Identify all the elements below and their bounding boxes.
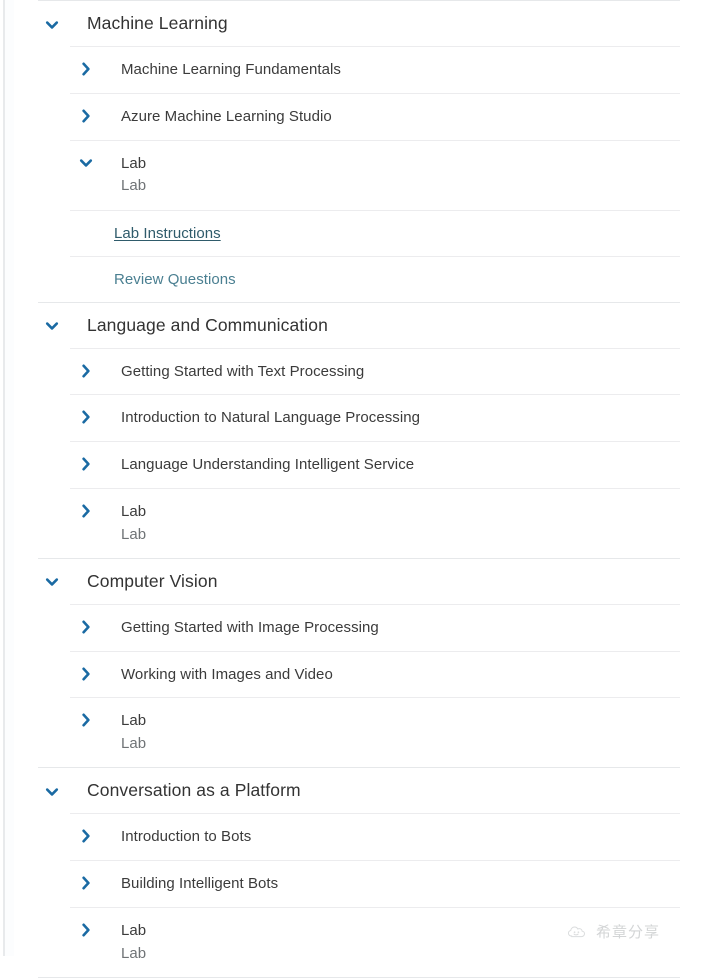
item-title: Getting Started with Image Processing [121,618,379,636]
outline-item-introduction-to-natural-language-processing[interactable]: Introduction to Natural Language Process… [0,395,706,441]
chevron-right-icon[interactable] [78,108,94,124]
chevron-right-icon[interactable] [78,712,94,728]
item-title: Machine Learning Fundamentals [121,61,341,78]
item-text-block: Getting Started with Text Processing [121,361,364,383]
chevron-right-icon[interactable] [78,503,94,519]
chevron-right-icon[interactable] [78,409,94,425]
chevron-right-icon[interactable] [78,828,94,844]
item-text-block: Building Intelligent Bots [121,873,278,895]
section-title: Computer Vision [87,570,218,591]
item-text-block: Introduction to Bots [121,826,251,848]
chevron-down-icon[interactable] [78,155,94,171]
chevron-right-icon[interactable] [78,619,94,635]
section-header-conversation-as-a-platform[interactable]: Conversation as a Platform [0,768,706,813]
item-text-block: Lab Lab [121,710,146,755]
item-subtitle: Lab [121,525,147,543]
item-title: Building Intelligent Bots [121,875,279,892]
outline-item-working-with-images-and-video[interactable]: Working with Images and Video [0,652,706,698]
link-row-lab-instructions[interactable]: Lab Instructions [0,211,706,256]
item-title: Azure Machine Learning Studio [121,107,332,125]
outline-item-getting-started-with-image-processing[interactable]: Getting Started with Image Processing [0,605,706,651]
outline-item-introduction-to-bots[interactable]: Introduction to Bots [0,814,706,860]
chevron-down-icon[interactable] [44,318,60,334]
chevron-right-icon[interactable] [78,456,94,472]
item-text-block: Lab Lab [121,153,146,198]
course-outline-page: Machine Learning Machine Learning Fundame… [0,0,706,978]
item-text-block: Getting Started with Image Processing [121,617,379,639]
item-text-block: Azure Machine Learning Studio [121,106,332,128]
outline-item-lab[interactable]: Lab Lab [0,141,706,210]
section-title: Machine Learning [87,13,228,33]
item-title: Lab [121,712,147,730]
outline-item-lab[interactable]: Lab Lab [0,489,706,558]
item-text-block: Machine Learning Fundamentals [121,59,341,81]
item-text-block: Introduction to Natural Language Process… [121,407,420,429]
item-subtitle: Lab [121,944,147,962]
item-title: Working with Images and Video [121,665,333,683]
outline-item-lab[interactable]: Lab Lab [0,698,706,767]
section-header-machine-learning[interactable]: Machine Learning [0,1,706,46]
outline-item-getting-started-with-text-processing[interactable]: Getting Started with Text Processing [0,349,706,395]
item-subtitle: Lab [121,177,147,195]
item-text-block: Working with Images and Video [121,664,333,686]
chevron-down-icon[interactable] [44,784,60,800]
chevron-right-icon[interactable] [78,875,94,891]
item-text-block: Lab Lab [121,920,146,965]
section-title: Conversation as a Platform [87,780,301,801]
item-title: Introduction to Natural Language Process… [121,409,421,427]
outline-item-lab[interactable]: Lab Lab [0,908,706,977]
item-text-block: Lab Lab [121,501,146,546]
item-title: Introduction to Bots [121,828,252,846]
course-outline-list: Machine Learning Machine Learning Fundame… [0,0,706,978]
item-title: Lab [121,502,147,520]
section-title: Language and Communication [87,314,328,335]
outline-item-language-understanding-intelligent-service[interactable]: Language Understanding Intelligent Servi… [0,442,706,488]
chevron-down-icon[interactable] [44,574,60,590]
link-row-review-questions[interactable]: Review Questions [0,257,706,302]
chevron-right-icon[interactable] [78,666,94,682]
item-title: Lab [121,921,147,939]
section-header-computer-vision[interactable]: Computer Vision [0,559,706,604]
item-text-block: Language Understanding Intelligent Servi… [121,454,414,476]
chevron-right-icon[interactable] [78,922,94,938]
link-lab-instructions[interactable]: Lab Instructions [114,225,221,242]
section-header-language-and-communication[interactable]: Language and Communication [0,303,706,348]
chevron-right-icon[interactable] [78,363,94,379]
outline-item-building-intelligent-bots[interactable]: Building Intelligent Bots [0,861,706,907]
outline-item-machine-learning-fundamentals[interactable]: Machine Learning Fundamentals [0,47,706,93]
item-title: Lab [121,154,147,172]
outline-item-azure-machine-learning-studio[interactable]: Azure Machine Learning Studio [0,94,706,140]
link-review-questions[interactable]: Review Questions [114,271,236,288]
item-title: Language Understanding Intelligent Servi… [121,456,415,473]
item-title: Getting Started with Text Processing [121,362,365,380]
item-subtitle: Lab [121,735,147,752]
chevron-right-icon[interactable] [78,61,94,77]
chevron-down-icon[interactable] [44,17,60,33]
